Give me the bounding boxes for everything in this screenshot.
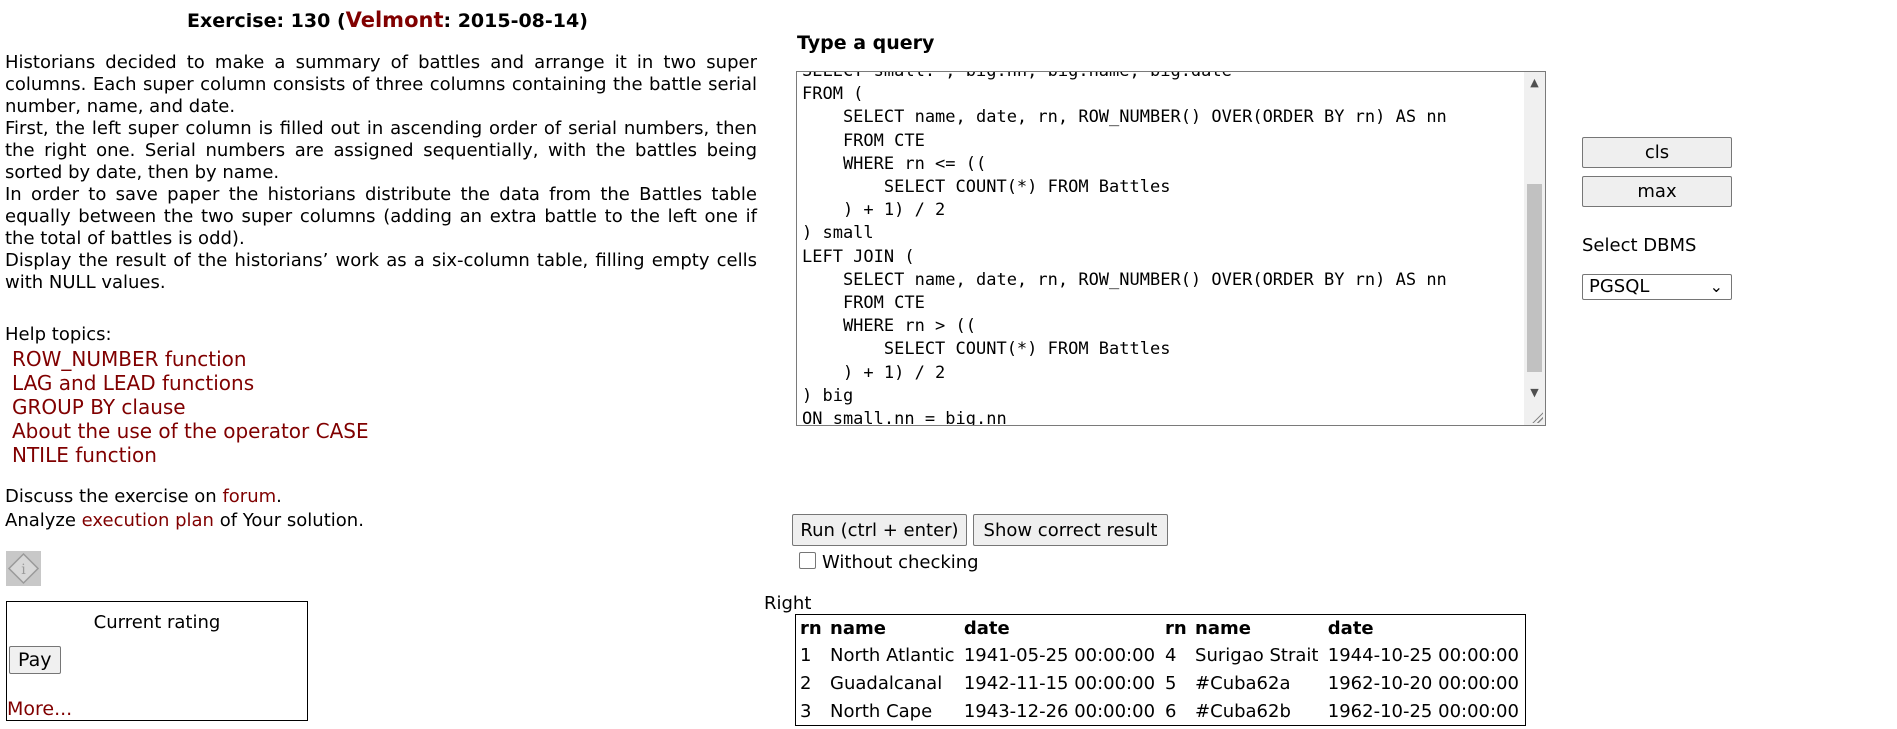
select-dbms-label: Select DBMS (1582, 235, 1697, 256)
dbms-selected-value: PGSQL (1589, 276, 1650, 297)
help-topics-list: ROW_NUMBER function LAG and LEAD functio… (12, 347, 369, 467)
author-link[interactable]: Velmont (346, 8, 444, 32)
table-cell: 1962-10-20 00:00:00 (1327, 672, 1519, 694)
more-link[interactable]: More... (7, 698, 72, 720)
query-editor[interactable]: SELECT small.*, big.nn, big.name, big.da… (796, 71, 1546, 426)
help-link-case[interactable]: About the use of the operator CASE (12, 419, 369, 443)
table-cell: North Atlantic (830, 644, 955, 666)
run-button[interactable]: Run (ctrl + enter) (792, 514, 967, 546)
analyze-line: Analyze execution plan of Your solution. (5, 510, 364, 531)
resize-grip-icon[interactable] (1531, 411, 1543, 423)
show-correct-result-button[interactable]: Show correct result (973, 514, 1168, 546)
discuss-text: Discuss the exercise on (5, 486, 223, 507)
help-link-lag-lead[interactable]: LAG and LEAD functions (12, 371, 369, 395)
table-cell: 5 (1165, 672, 1177, 694)
help-link-ntile[interactable]: NTILE function (12, 443, 369, 467)
task-description: Historians decided to make a summary of … (5, 52, 757, 294)
column-header: name (830, 617, 886, 639)
table-cell: #Cuba62a (1195, 672, 1291, 694)
scroll-down-arrow-icon[interactable]: ▼ (1524, 386, 1545, 399)
table-cell: Surigao Strait (1195, 644, 1319, 666)
info-icon[interactable]: i (6, 551, 41, 586)
task-paragraph: In order to save paper the historians di… (5, 184, 757, 249)
help-topics-label: Help topics: (5, 324, 112, 345)
table-cell: 1943-12-26 00:00:00 (963, 700, 1156, 722)
table-cell: 3 (800, 700, 812, 722)
table-row: 3 North Cape 1943-12-26 00:00:00 6 #Cuba… (796, 697, 1526, 726)
result-status: Right (764, 593, 812, 614)
table-cell: 2 (800, 672, 812, 694)
task-paragraph: Display the result of the historians’ wo… (5, 250, 757, 293)
column-header: name (1195, 617, 1251, 639)
rating-panel: Current rating Pay More... (6, 601, 308, 721)
table-cell: 1 (800, 644, 812, 666)
max-button[interactable]: max (1582, 176, 1732, 207)
column-header: date (963, 617, 1010, 639)
table-cell: North Cape (830, 700, 933, 722)
table-row: 1 North Atlantic 1941-05-25 00:00:00 4 S… (796, 641, 1526, 669)
svg-text:i: i (21, 562, 26, 578)
table-cell: Guadalcanal (830, 672, 943, 694)
analyze-text: Analyze (5, 510, 82, 531)
task-paragraph: First, the left super column is filled o… (5, 118, 757, 183)
without-checking-label: Without checking (822, 552, 979, 573)
rating-title: Current rating (93, 612, 221, 633)
exercise-title-prefix: Exercise: 130 ( (187, 10, 346, 32)
help-link-group-by[interactable]: GROUP BY clause (12, 395, 369, 419)
discuss-suffix: . (276, 486, 282, 507)
forum-link[interactable]: forum (222, 486, 276, 507)
table-cell: #Cuba62b (1195, 700, 1291, 722)
scroll-up-arrow-icon[interactable]: ▲ (1524, 76, 1545, 89)
exercise-title-suffix: : 2015-08-14) (443, 10, 588, 32)
column-header: rn (1165, 617, 1187, 639)
column-header: date (1327, 617, 1374, 639)
dbms-select[interactable]: PGSQL ⌄ (1582, 274, 1732, 300)
table-cell: 1944-10-25 00:00:00 (1327, 644, 1519, 666)
query-label: Type a query (797, 32, 935, 54)
table-cell: 1941-05-25 00:00:00 (963, 644, 1156, 666)
scroll-thumb[interactable] (1527, 184, 1542, 372)
exercise-title: Exercise: 130 (Velmont: 2015-08-14) (187, 8, 588, 32)
table-cell: 4 (1165, 644, 1177, 666)
discuss-line: Discuss the exercise on forum. (5, 486, 282, 507)
execution-plan-link[interactable]: execution plan (82, 510, 214, 531)
table-header-row: rn name date rn name date (796, 615, 1526, 642)
help-link-row-number[interactable]: ROW_NUMBER function (12, 347, 369, 371)
cls-button[interactable]: cls (1582, 137, 1732, 168)
analyze-suffix: of Your solution. (213, 510, 364, 531)
editor-scrollbar[interactable]: ▲ ▼ (1524, 72, 1545, 425)
result-table: rn name date rn name date 1 North Atlant… (795, 614, 1526, 726)
column-header: rn (800, 617, 822, 639)
table-cell: 1942-11-15 00:00:00 (963, 672, 1156, 694)
table-cell: 6 (1165, 700, 1177, 722)
query-text[interactable]: SELECT small.*, big.nn, big.name, big.da… (802, 72, 1521, 425)
table-cell: 1962-10-25 00:00:00 (1327, 700, 1519, 722)
pay-button[interactable]: Pay (9, 646, 61, 674)
chevron-down-icon: ⌄ (1709, 277, 1723, 296)
without-checking-checkbox[interactable] (799, 552, 816, 569)
task-paragraph: Historians decided to make a summary of … (5, 52, 757, 117)
table-row: 2 Guadalcanal 1942-11-15 00:00:00 5 #Cub… (796, 669, 1526, 697)
